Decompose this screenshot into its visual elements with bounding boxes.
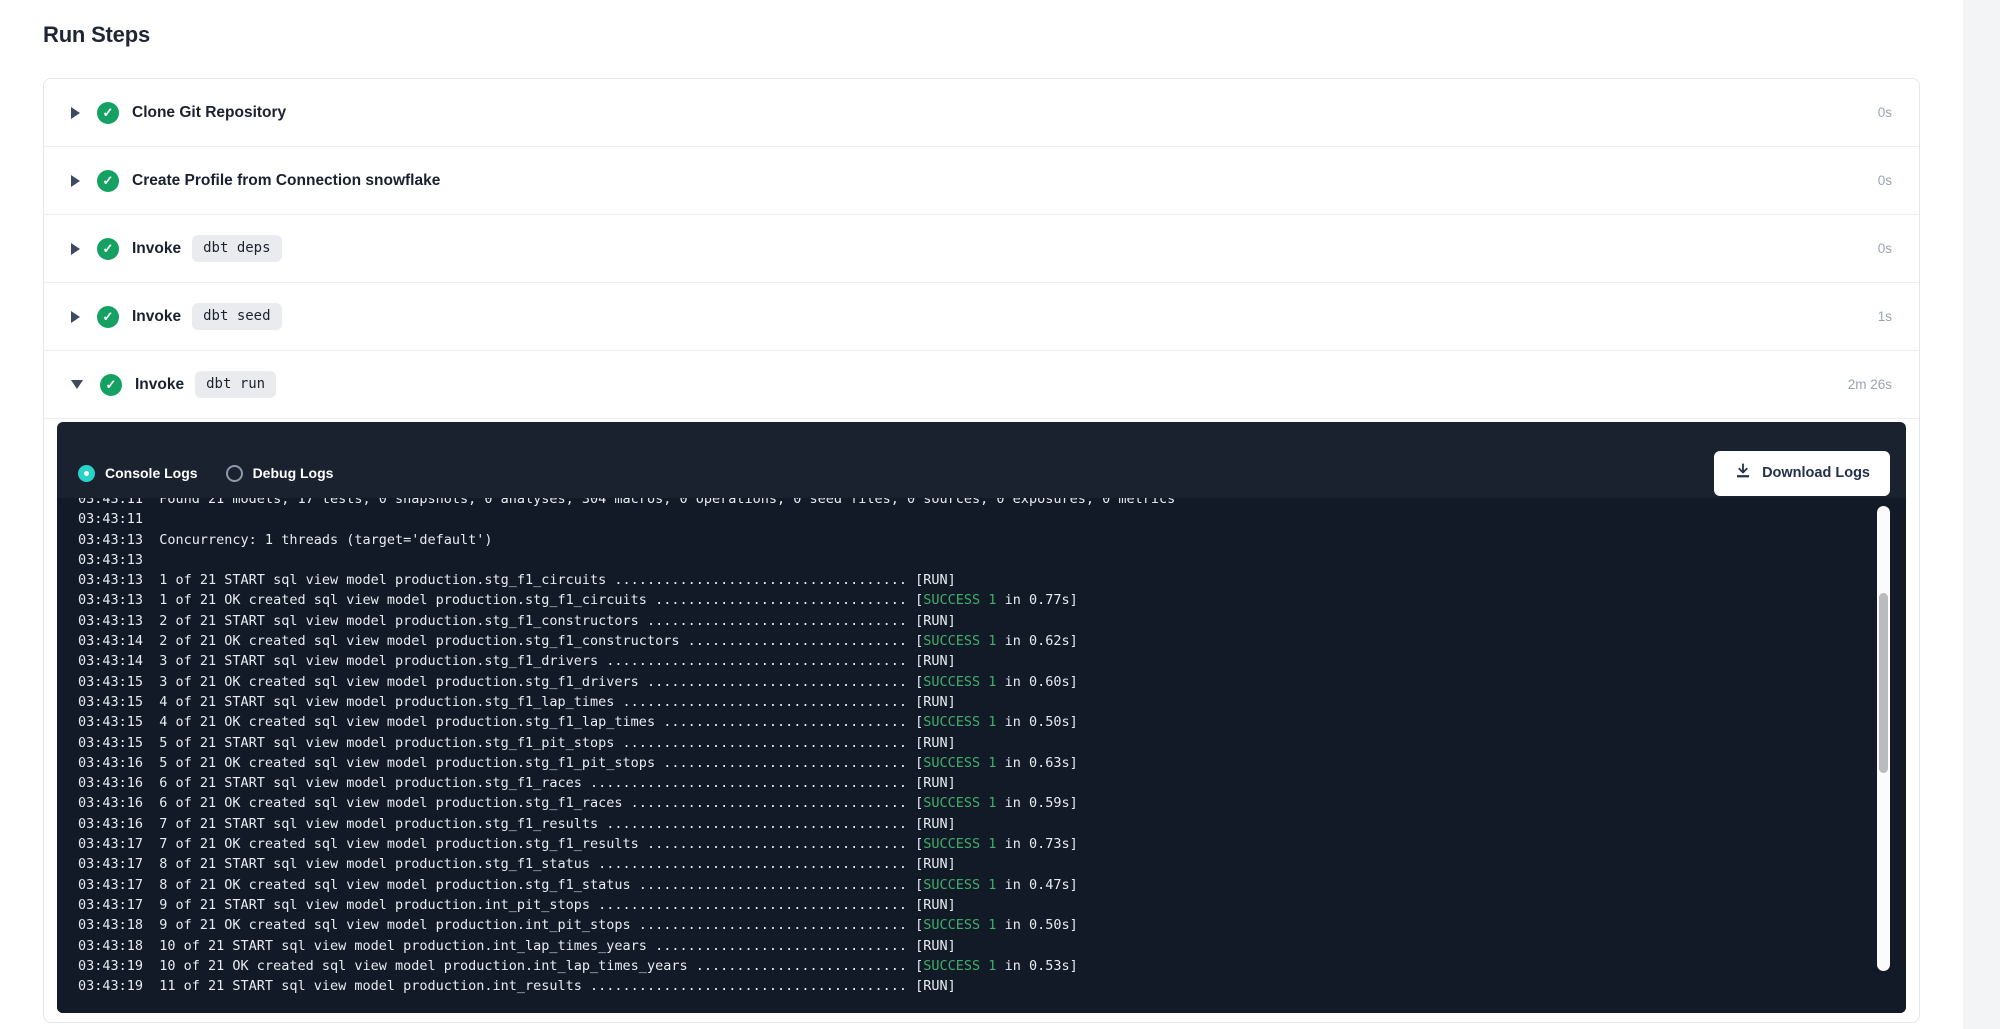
step-command-badge: dbt seed (192, 303, 281, 330)
debug-logs-radio[interactable]: Debug Logs (226, 465, 334, 482)
log-line: 03:43:16 5 of 21 OK created sql view mod… (78, 753, 1906, 773)
success-check-icon: ✓ (100, 374, 122, 396)
step-label: Invoke (132, 308, 181, 326)
log-line: 03:43:13 Concurrency: 1 threads (target=… (78, 530, 1906, 550)
console-panel: Console Logs Debug Logs Download Logs 03… (57, 422, 1906, 1013)
page-title: Run Steps (43, 22, 150, 48)
step-label: Invoke (132, 240, 181, 258)
log-line: 03:43:16 6 of 21 START sql view model pr… (78, 773, 1906, 793)
chevron-down-icon[interactable] (71, 380, 83, 389)
chevron-right-icon[interactable] (71, 243, 80, 255)
log-line: 03:43:17 8 of 21 OK created sql view mod… (78, 875, 1906, 895)
log-line: 03:43:19 10 of 21 OK created sql view mo… (78, 956, 1906, 976)
step-label: Create Profile from Connection snowflake (132, 172, 440, 190)
log-line: 03:43:13 (78, 550, 1906, 570)
success-check-icon: ✓ (97, 102, 119, 124)
step-duration: 0s (1878, 105, 1892, 120)
run-steps-card: ✓ Clone Git Repository 0s ✓ Create Profi… (43, 78, 1920, 1023)
log-line: 03:43:15 4 of 21 START sql view model pr… (78, 692, 1906, 712)
success-check-icon: ✓ (97, 170, 119, 192)
radio-unselected-icon[interactable] (226, 465, 243, 482)
log-line: 03:43:17 9 of 21 START sql view model pr… (78, 895, 1906, 915)
step-duration: 2m 26s (1848, 377, 1892, 392)
radio-selected-icon[interactable] (78, 465, 95, 482)
step-duration: 0s (1878, 241, 1892, 256)
log-line: 03:43:17 8 of 21 START sql view model pr… (78, 854, 1906, 874)
chevron-right-icon[interactable] (71, 175, 80, 187)
debug-logs-label[interactable]: Debug Logs (253, 465, 334, 481)
chevron-right-icon[interactable] (71, 107, 80, 119)
log-line: 03:43:13 1 of 21 START sql view model pr… (78, 570, 1906, 590)
log-scrollbar-thumb[interactable] (1879, 593, 1888, 773)
console-header: Console Logs Debug Logs Download Logs (57, 422, 1906, 498)
log-line: 03:43:14 3 of 21 START sql view model pr… (78, 651, 1906, 671)
step-command-badge: dbt run (195, 371, 276, 398)
console-logs-radio[interactable]: Console Logs (78, 465, 198, 482)
step-row-invoke-dbt-deps[interactable]: ✓ Invoke dbt deps 0s (44, 215, 1919, 283)
log-line: 03:43:19 11 of 21 START sql view model p… (78, 976, 1906, 996)
step-label: Invoke (135, 376, 184, 394)
download-logs-label: Download Logs (1762, 465, 1870, 481)
log-line: 03:43:18 9 of 21 OK created sql view mod… (78, 915, 1906, 935)
log-line: 03:43:15 4 of 21 OK created sql view mod… (78, 712, 1906, 732)
success-check-icon: ✓ (97, 306, 119, 328)
success-check-icon: ✓ (97, 238, 119, 260)
step-row-create-profile[interactable]: ✓ Create Profile from Connection snowfla… (44, 147, 1919, 215)
chevron-right-icon[interactable] (71, 311, 80, 323)
download-icon (1734, 462, 1752, 484)
log-line: 03:43:15 3 of 21 OK created sql view mod… (78, 672, 1906, 692)
log-line: 03:43:17 7 of 21 OK created sql view mod… (78, 834, 1906, 854)
log-line: 03:43:16 7 of 21 START sql view model pr… (78, 814, 1906, 834)
step-duration: 1s (1878, 309, 1892, 324)
download-logs-button[interactable]: Download Logs (1714, 451, 1890, 496)
page-right-gutter (1963, 0, 2000, 1029)
log-line: 03:43:13 1 of 21 OK created sql view mod… (78, 590, 1906, 610)
console-logs-label[interactable]: Console Logs (105, 465, 198, 481)
log-line: 03:43:13 2 of 21 START sql view model pr… (78, 611, 1906, 631)
log-line: 03:43:15 5 of 21 START sql view model pr… (78, 733, 1906, 753)
log-line: 03:43:16 6 of 21 OK created sql view mod… (78, 793, 1906, 813)
step-command-badge: dbt deps (192, 235, 281, 262)
log-scrollbar-track[interactable] (1877, 506, 1890, 971)
log-line: 03:43:14 2 of 21 OK created sql view mod… (78, 631, 1906, 651)
console-log-lines: 03:43:11 Found 21 models, 17 tests, 0 sn… (78, 498, 1906, 996)
step-row-invoke-dbt-run[interactable]: ✓ Invoke dbt run 2m 26s (44, 351, 1919, 419)
log-line: 03:43:11 Found 21 models, 17 tests, 0 sn… (78, 498, 1906, 509)
step-duration: 0s (1878, 173, 1892, 188)
step-row-clone-git-repository[interactable]: ✓ Clone Git Repository 0s (44, 79, 1919, 147)
log-line: 03:43:18 10 of 21 START sql view model p… (78, 936, 1906, 956)
step-label: Clone Git Repository (132, 104, 286, 122)
log-line: 03:43:11 (78, 509, 1906, 529)
step-row-invoke-dbt-seed[interactable]: ✓ Invoke dbt seed 1s (44, 283, 1919, 351)
console-log-viewport[interactable]: 03:43:11 Found 21 models, 17 tests, 0 sn… (57, 498, 1906, 1013)
